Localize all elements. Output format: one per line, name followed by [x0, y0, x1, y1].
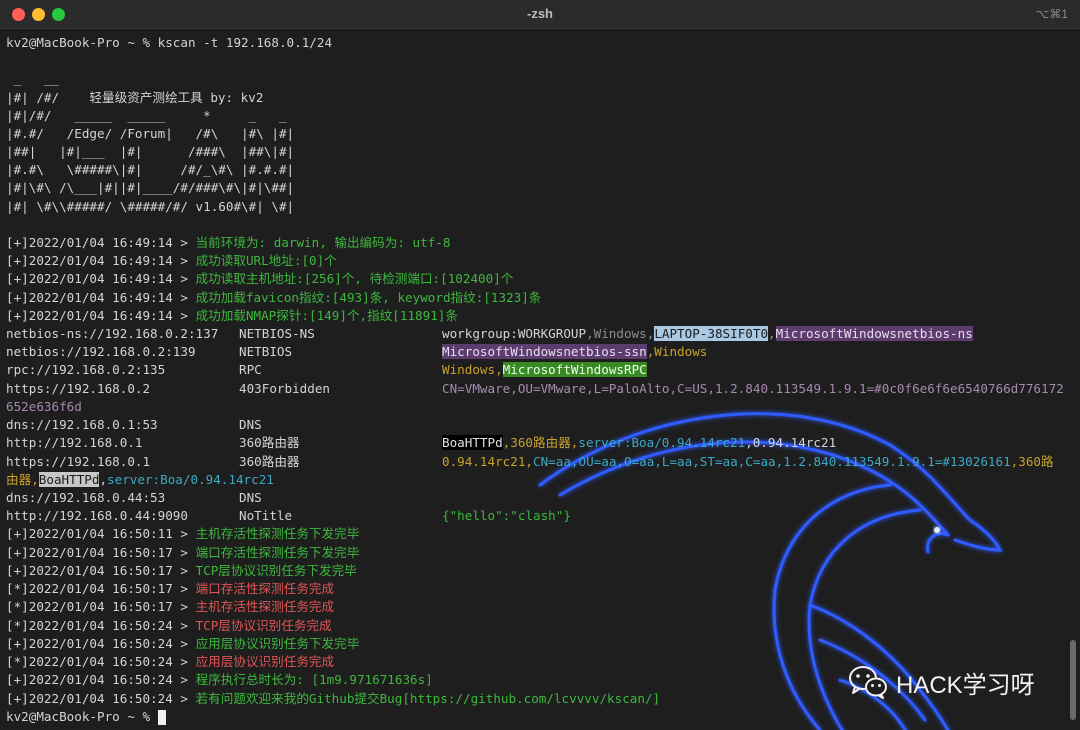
terminal-window: -zsh ⌥⌘1 kv2@MacBook-Pro ~ % kscan -t 19…: [0, 0, 1080, 730]
terminal-content[interactable]: kv2@MacBook-Pro ~ % kscan -t 192.168.0.1…: [0, 30, 1080, 730]
banner-line: |#| \#\\#####/ \#####/#/ v1.60#\#| \#|: [6, 199, 295, 214]
result-detail: CN=VMware,OU=VMware,L=PaloAlto,C=US,1.2.…: [442, 381, 1064, 396]
window-shortcut: ⌥⌘1: [1035, 7, 1068, 21]
log-line: [+]2022/01/04 16:50:24 > 程序执行总时长为: [1m9.…: [6, 672, 433, 687]
text-cursor: [157, 710, 166, 725]
log-line: [+]2022/01/04 16:49:14 > 成功读取URL地址:[0]个: [6, 253, 337, 268]
result-service: 403Forbidden: [239, 381, 330, 396]
log-line: [+]2022/01/04 16:49:14 > 成功加载NMAP探针:[149…: [6, 308, 458, 323]
result-target: http://192.168.0.44:9090: [6, 508, 188, 523]
banner-line: |#.#\ \#####\|#| /#/_\#\ |#.#.#|: [6, 162, 295, 177]
result-target: netbios-ns://192.168.0.2:137: [6, 326, 219, 341]
log-line: [+]2022/01/04 16:50:24 > 若有问题欢迎来我的Github…: [6, 691, 661, 706]
scrollbar[interactable]: [1070, 640, 1076, 720]
result-detail: {"hello":"clash"}: [442, 508, 571, 523]
result-service: RPC: [239, 362, 262, 377]
window-title: -zsh: [527, 6, 553, 21]
banner-line: |#|/#/ _____ _____ * _ _: [6, 108, 287, 123]
result-service: 360路由器: [239, 435, 300, 450]
result-service: DNS: [239, 490, 262, 505]
log-line: [+]2022/01/04 16:49:14 > 成功加载favicon指纹:[…: [6, 290, 542, 305]
result-service: 360路由器: [239, 454, 300, 469]
result-target: rpc://192.168.0.2:135: [6, 362, 166, 377]
log-line: [*]2022/01/04 16:50:24 > TCP层协议识别任务完成: [6, 618, 332, 633]
prompt: kv2@MacBook-Pro ~ %: [6, 709, 158, 724]
result-target: dns://192.168.0.1:53: [6, 417, 158, 432]
wechat-icon: [849, 666, 887, 699]
log-line: [*]2022/01/04 16:50:17 > 主机存活性探测任务完成: [6, 599, 335, 614]
result-target: https://192.168.0.2: [6, 381, 151, 396]
log-line: [+]2022/01/04 16:49:14 > 当前环境为: darwin, …: [6, 235, 451, 250]
log-line: [+]2022/01/04 16:49:14 > 成功读取主机地址:[256]个…: [6, 271, 514, 286]
result-detail: MicrosoftWindowsnetbios-ssn,Windows: [442, 344, 708, 359]
log-line: [+]2022/01/04 16:50:24 > 应用层协议识别任务下发完毕: [6, 636, 360, 651]
result-detail-wrap: 652e636f6d: [6, 399, 82, 414]
log-line: [*]2022/01/04 16:50:17 > 端口存活性探测任务完成: [6, 581, 335, 596]
result-target: https://192.168.0.1: [6, 454, 151, 469]
result-target: netbios://192.168.0.2:139: [6, 344, 196, 359]
banner-line: |##| |#|___ |#| /###\ |##\|#|: [6, 144, 295, 159]
banner-line: |#| /#/ 轻量级资产测绘工具 by: kv2: [6, 90, 264, 105]
result-service: NETBIOS-NS: [239, 326, 315, 341]
result-detail-wrap: 由器,BoaHTTPd,server:Boa/0.94.14rc21: [6, 472, 274, 487]
title-bar[interactable]: -zsh ⌥⌘1: [0, 0, 1080, 31]
result-target: http://192.168.0.1: [6, 435, 143, 450]
result-service: DNS: [239, 417, 262, 432]
result-target: dns://192.168.0.44:53: [6, 490, 166, 505]
result-detail: workgroup:WORKGROUP,Windows,LAPTOP-38SIF…: [442, 326, 973, 341]
result-detail: 0.94.14rc21,CN=aa,OU=aa,O=aa,L=aa,ST=aa,…: [442, 454, 1054, 469]
result-detail: BoaHTTPd,360路由器,server:Boa/0.94.14rc21,0…: [442, 435, 837, 450]
prompt-line[interactable]: kv2@MacBook-Pro ~ %: [6, 708, 166, 726]
watermark: HACK学习呀: [848, 664, 1035, 700]
result-service: NETBIOS: [239, 344, 293, 359]
result-detail: Windows,MicrosoftWindowsRPC: [442, 362, 647, 377]
log-line: [+]2022/01/04 16:50:17 > 端口存活性探测任务下发完毕: [6, 545, 360, 560]
banner-line: |#.#/ /Edge/ /Forum| /#\ |#\ |#|: [6, 126, 295, 141]
log-line: [+]2022/01/04 16:50:11 > 主机存活性探测任务下发完毕: [6, 526, 360, 541]
banner-line: _ __: [6, 71, 60, 86]
result-service: NoTitle: [239, 508, 293, 523]
log-line: [*]2022/01/04 16:50:24 > 应用层协议识别任务完成: [6, 654, 335, 669]
log-line: [+]2022/01/04 16:50:17 > TCP层协议识别任务下发完毕: [6, 563, 357, 578]
banner-line: |#|\#\ /\___|#||#|____/#/###\#\|#|\##|: [6, 180, 295, 195]
watermark-text: HACK学习呀: [896, 671, 1035, 699]
command-line: kv2@MacBook-Pro ~ % kscan -t 192.168.0.1…: [6, 35, 333, 50]
